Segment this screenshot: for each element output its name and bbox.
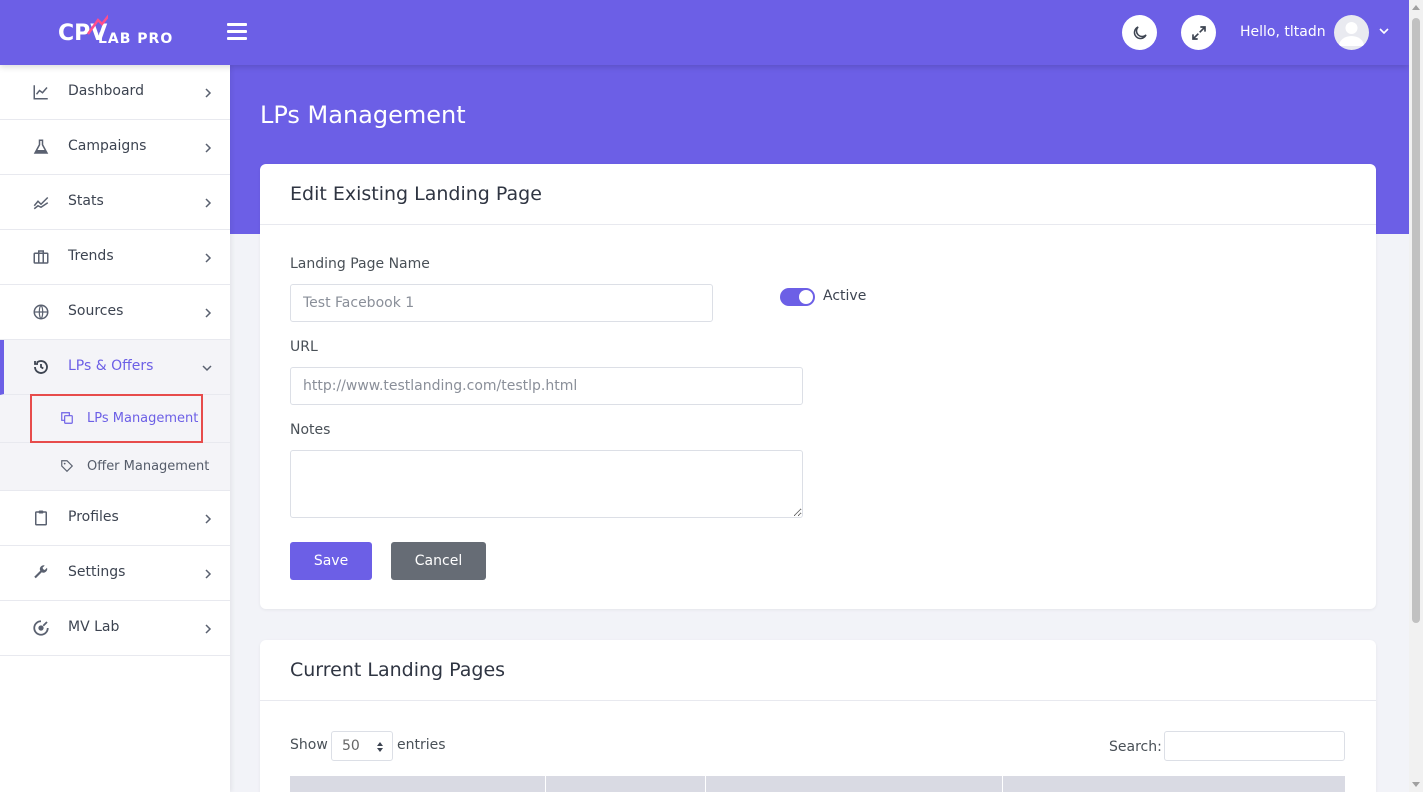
sidebar-item-trends[interactable]: Trends xyxy=(0,230,230,285)
sidebar-item-settings[interactable]: Settings xyxy=(0,546,230,601)
sidebar-item-label: LPs & Offers xyxy=(68,358,154,374)
chevron-right-icon xyxy=(205,198,212,208)
sidebar-item-label: Stats xyxy=(68,193,104,209)
notes-label: Notes xyxy=(290,422,331,438)
sidebar-item-mv-lab[interactable]: MV Lab xyxy=(0,601,230,656)
clipboard-icon xyxy=(35,510,47,526)
chevron-right-icon xyxy=(205,514,212,524)
chevron-right-icon xyxy=(205,253,212,263)
chevron-right-icon xyxy=(205,308,212,318)
cancel-button[interactable]: Cancel xyxy=(391,542,486,580)
card-title: Edit Existing Landing Page xyxy=(290,183,542,205)
trend-icon xyxy=(33,196,49,210)
sort-arrows-icon xyxy=(377,742,383,752)
briefcase-icon xyxy=(33,250,49,264)
card-divider xyxy=(260,224,1376,225)
entries-select-value: 50 xyxy=(342,738,360,754)
table-header-row xyxy=(290,776,1345,792)
entries-select[interactable]: 50 xyxy=(331,731,393,761)
sidebar-item-sources[interactable]: Sources xyxy=(0,285,230,340)
sidebar-item-label: Trends xyxy=(68,248,114,264)
edit-landing-page-card: Edit Existing Landing Page Landing Page … xyxy=(260,164,1376,609)
table-header-cell[interactable] xyxy=(1003,776,1345,792)
sidebar-item-label: Dashboard xyxy=(68,83,144,99)
user-greeting[interactable]: Hello, tltadn xyxy=(1240,24,1326,40)
target-icon xyxy=(33,620,49,636)
landing-page-name-label: Landing Page Name xyxy=(290,256,430,272)
logo-text: LAB PRO xyxy=(98,31,174,47)
url-input[interactable] xyxy=(290,367,803,405)
table-search-input[interactable] xyxy=(1164,731,1345,761)
sidebar-item-stats[interactable]: Stats xyxy=(0,175,230,230)
sidebar-item-lps-offers[interactable]: LPs & Offers xyxy=(0,340,230,395)
globe-icon xyxy=(33,304,49,320)
sidebar-subitem-lps-management[interactable]: LPs Management xyxy=(0,394,230,443)
sidebar-item-campaigns[interactable]: Campaigns xyxy=(0,120,230,175)
sidebar: Dashboard Campaigns Stats Trends Sources… xyxy=(0,65,230,792)
user-avatar-icon[interactable] xyxy=(1334,15,1369,50)
top-navbar: CPV LAB PRO Hello, tltadn xyxy=(0,0,1409,65)
url-label: URL xyxy=(290,339,318,355)
search-label: Search: xyxy=(1109,739,1162,755)
show-label: Show xyxy=(290,737,328,753)
scrollbar-thumb[interactable] xyxy=(1412,18,1420,623)
sidebar-item-label: Settings xyxy=(68,564,126,580)
logo[interactable]: CPV LAB PRO xyxy=(58,12,178,52)
tag-icon xyxy=(61,460,74,473)
sidebar-item-label: Profiles xyxy=(68,509,119,525)
highlight-box xyxy=(30,394,203,443)
landing-page-name-input[interactable] xyxy=(290,284,713,322)
chevron-down-icon xyxy=(202,365,212,372)
notes-textarea[interactable] xyxy=(290,450,803,518)
dark-mode-toggle-button[interactable] xyxy=(1122,15,1157,50)
expand-icon xyxy=(1191,25,1206,40)
sidebar-item-profiles[interactable]: Profiles xyxy=(0,491,230,546)
page-scrollbar[interactable] xyxy=(1409,0,1423,792)
table-header-cell[interactable] xyxy=(546,776,706,792)
sidebar-subitem-label: Offer Management xyxy=(87,459,210,474)
table-header-cell[interactable] xyxy=(706,776,1003,792)
fullscreen-button[interactable] xyxy=(1181,15,1216,50)
card-divider xyxy=(260,700,1376,701)
current-landing-pages-card: Current Landing Pages Show 50 entries Se… xyxy=(260,640,1376,792)
hamburger-menu-icon[interactable] xyxy=(227,23,247,41)
sidebar-item-dashboard[interactable]: Dashboard xyxy=(0,65,230,120)
chevron-right-icon xyxy=(205,624,212,634)
active-toggle[interactable] xyxy=(780,288,815,306)
scroll-up-arrow-icon[interactable] xyxy=(1412,5,1420,10)
sidebar-subitem-offer-management[interactable]: Offer Management xyxy=(0,443,230,491)
chevron-down-icon[interactable] xyxy=(1379,26,1389,36)
save-button[interactable]: Save xyxy=(290,542,372,580)
sidebar-item-label: MV Lab xyxy=(68,619,120,635)
scroll-down-arrow-icon[interactable] xyxy=(1412,782,1420,787)
card-title: Current Landing Pages xyxy=(290,659,506,681)
table-header-cell[interactable] xyxy=(290,776,546,792)
chart-line-icon xyxy=(33,85,48,100)
moon-icon xyxy=(1133,25,1147,39)
flask-icon xyxy=(33,139,49,154)
chevron-right-icon xyxy=(205,88,212,98)
history-icon xyxy=(34,360,48,374)
page-title: LPs Management xyxy=(260,101,466,129)
wrench-icon xyxy=(34,565,48,579)
chevron-right-icon xyxy=(205,569,212,579)
chevron-right-icon xyxy=(205,143,212,153)
active-label: Active xyxy=(823,288,867,304)
sidebar-item-label: Campaigns xyxy=(68,138,147,154)
sidebar-item-label: Sources xyxy=(68,303,124,319)
entries-label: entries xyxy=(397,737,446,753)
